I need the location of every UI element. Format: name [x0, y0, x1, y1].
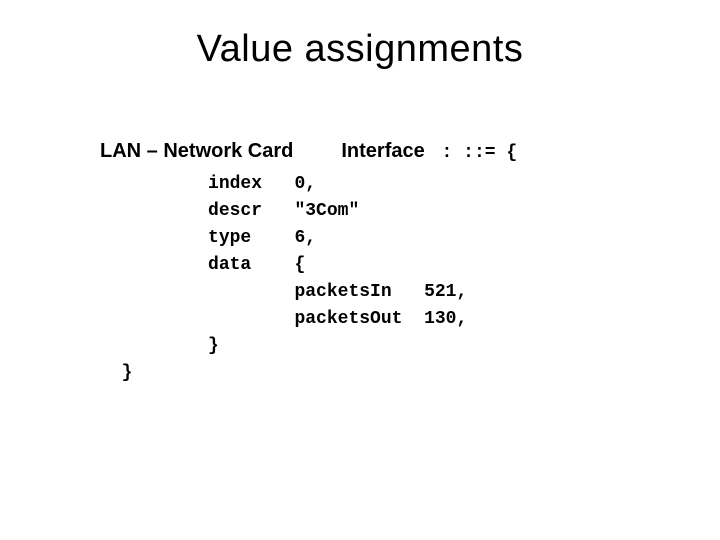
code-line-type: type 6, — [100, 228, 316, 248]
close-brace-inner: } — [208, 336, 219, 356]
val-type: 6, — [294, 228, 316, 248]
key-packetsin: packetsIn — [294, 282, 391, 302]
val-packetsin: 521, — [424, 282, 467, 302]
val-index: 0, — [294, 174, 316, 194]
code-line-close-outer: } — [100, 363, 132, 383]
code-line-close-inner: } — [100, 336, 219, 356]
header-line: LAN – Network Card Interface : ::= { — [100, 140, 660, 163]
lan-label: LAN – Network Card — [100, 140, 293, 163]
code-line-index: index 0, — [100, 174, 316, 194]
val-packetsout: 130, — [424, 309, 467, 329]
key-data: data — [208, 255, 251, 275]
val-data-open: { — [294, 255, 305, 275]
code-line-descr: descr "3Com" — [100, 201, 359, 221]
key-index: index — [208, 174, 262, 194]
code-line-packetsout: packetsOut 130, — [100, 309, 467, 329]
key-descr: descr — [208, 201, 262, 221]
code-line-packetsin: packetsIn 521, — [100, 282, 467, 302]
content-block: LAN – Network Card Interface : ::= { ind… — [100, 140, 660, 387]
assignment-tail: : ::= { — [431, 143, 517, 163]
val-descr: "3Com" — [294, 201, 359, 221]
code-line-data: data { — [100, 255, 305, 275]
close-brace-outer: } — [122, 363, 133, 383]
page-title: Value assignments — [0, 0, 720, 71]
code-block: index 0, descr "3Com" type 6, data { pac… — [100, 171, 660, 387]
key-packetsout: packetsOut — [294, 309, 402, 329]
interface-label: Interface — [341, 140, 424, 163]
key-type: type — [208, 228, 251, 248]
